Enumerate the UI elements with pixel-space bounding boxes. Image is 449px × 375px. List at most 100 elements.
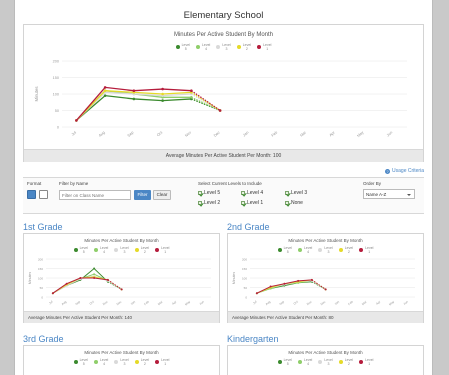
list-view-button[interactable] [39,190,48,199]
grade-chart-plot: 0 50 100 150 200 Minutes Jul Aug Sep Oct Nov Dec Jan… [232,258,415,306]
order-by-select[interactable]: Name A-Z [363,189,415,199]
level-5-checkbox[interactable]: Level 5 [198,190,220,196]
data-point [218,109,222,112]
legend-item[interactable]: Level 3 [318,246,333,254]
level-4-checkbox[interactable]: Level 4 [241,190,263,196]
legend-dot-icon [277,248,282,252]
legend-item[interactable]: Level 3 [114,358,129,366]
legend-item[interactable]: Level 1 [359,358,373,366]
x-tick-label: Nov [306,299,313,306]
legend-item[interactable]: Level 4 [297,246,312,254]
x-tick-label: May [388,299,395,306]
legend-dot-icon [216,45,221,49]
legend-dot-icon [73,360,78,364]
data-point [190,96,193,99]
filter-button[interactable]: Filter [134,190,151,200]
x-tick-label: Mar [157,300,164,306]
legend-item[interactable]: Level 3 [114,246,129,254]
x-tick-label: Jan [130,299,137,305]
x-tick-label: May [184,299,191,306]
y-tick-label: 100 [242,277,247,281]
legend-item[interactable]: Level 1 [155,358,169,366]
legend-item[interactable]: Level 2 [134,358,149,366]
x-tick-label: Oct [156,130,164,137]
level-2-checkbox[interactable]: Level 2 [198,200,220,206]
grade-chart-title: Minutes Per Active Student By Month [288,238,363,243]
legend-item[interactable]: Level 5 [277,358,292,366]
legend-dot-icon [93,360,98,364]
legend-item[interactable]: Level 1 [257,43,271,51]
levels-label: Select Current Levels to Include [198,181,262,186]
data-point [93,273,96,276]
y-tick-label: 200 [242,258,247,262]
legend-dot-icon [114,360,119,364]
legend-item[interactable]: Level 1 [359,246,373,254]
data-point [283,282,286,285]
data-point [190,89,193,92]
x-tick-label: Apr [329,130,337,137]
usage-criteria-link[interactable]: ? Usage Criteria [385,168,424,174]
legend-item[interactable]: Level 5 [277,246,292,254]
legend-item[interactable]: Level 5 [73,358,88,366]
legend-item[interactable]: Level 2 [134,246,149,254]
data-point [51,292,54,295]
legend-dot-icon [155,248,160,252]
level-3-checkbox[interactable]: Level 3 [285,190,307,196]
legend-item[interactable]: Level 2 [338,358,353,366]
x-tick-label: Aug [265,299,272,306]
x-tick-label: Apr [171,300,177,306]
legend-dot-icon [318,360,323,364]
legend-item[interactable]: Level 4 [195,43,210,51]
y-tick-label: 50 [244,286,248,290]
grid-view-button[interactable] [27,190,36,199]
legend-item[interactable]: Level 4 [297,358,312,366]
legend-dot-icon [175,45,180,49]
legend-item[interactable]: Level 5 [175,43,190,51]
x-tick-label: Dec [213,130,221,137]
y-tick-label: 200 [53,60,59,64]
data-point [103,89,107,92]
legend-item[interactable]: Level 3 [318,358,333,366]
y-tick-label: 0 [245,296,247,300]
legend-dot-icon [257,45,262,49]
class-name-filter-input[interactable] [59,190,131,200]
x-tick-label: Dec [320,299,327,306]
no-level-checkbox[interactable]: None [285,200,303,206]
grade-heading: 2nd Grade [227,222,270,232]
legend-dot-icon [338,248,343,252]
legend-dot-icon [359,248,364,252]
grade-chart-plot: 0 50 100 150 200 Minutes Jul Aug Sep Oct Nov Dec Jan… [28,258,211,306]
legend-item[interactable]: Level 1 [155,246,169,254]
x-tick-label: Sep [278,299,285,306]
grade-chart-average: Average Minutes Per Active Student Per M… [228,311,423,323]
page-title: Elementary School [183,10,264,21]
clear-button[interactable]: Clear [153,190,171,200]
legend-item[interactable]: Level 2 [338,246,353,254]
x-tick-label: Nov [184,130,192,137]
grade-chart-panel: Minutes Per Active Student By Month Leve… [227,233,424,323]
legend-item[interactable]: Level 5 [73,246,88,254]
legend-item[interactable]: Level 2 [236,43,251,51]
legend-item[interactable]: Level 4 [93,246,108,254]
data-point [269,285,272,288]
x-tick-label: Jun [402,299,409,305]
legend-item[interactable]: Level 3 [216,43,231,51]
data-point [65,282,68,285]
data-point [106,278,109,281]
y-tick-label: 0 [57,126,59,130]
legend-item[interactable]: Level 4 [93,358,108,366]
grade-chart-legend: Level 5 Level 4 Level 3 Level 2 Level 1 [24,358,219,366]
x-tick-label: Sep [74,299,81,306]
legend-dot-icon [277,360,282,364]
x-tick-label: Jul [252,299,258,305]
level-1-checkbox[interactable]: Level 1 [241,200,263,206]
data-point [79,277,82,279]
x-tick-label: Nov [102,299,109,306]
y-tick-label: 0 [41,296,43,300]
format-label: Format [27,181,42,186]
series-line-projection [311,279,326,290]
legend-dot-icon [73,248,78,252]
x-tick-label: May [356,130,364,138]
grade-heading: Kindergarten [227,334,279,344]
x-tick-label: Jul [71,130,77,136]
